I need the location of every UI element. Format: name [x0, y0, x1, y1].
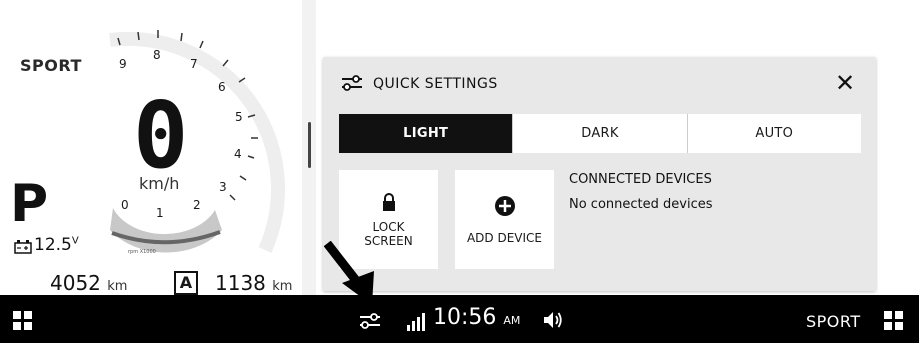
theme-light-button[interactable]: LIGHT [339, 114, 513, 153]
odometer-unit: km [107, 279, 128, 294]
close-icon[interactable]: ✕ [835, 69, 855, 97]
battery-icon [14, 240, 32, 254]
tach-tick-1: 1 [156, 206, 164, 220]
tach-tick-2: 2 [193, 198, 201, 212]
tach-tick-5: 5 [235, 110, 243, 124]
grid-icon[interactable] [884, 311, 903, 330]
odometer-value: 4052 [50, 271, 101, 295]
instrument-cluster: 9 8 7 6 5 4 3 2 1 0 SPORT 0 km/h rpm X10… [0, 0, 300, 295]
bottom-bar: 10:56 AM SPORT [0, 295, 919, 343]
add-circle-icon [494, 195, 515, 216]
clock-ampm: AM [503, 314, 521, 327]
rpm-label: rpm X1000 [128, 249, 156, 255]
gear-indicator: P [10, 174, 49, 234]
scroll-handle[interactable] [308, 122, 311, 168]
theme-auto-button[interactable]: AUTO [686, 114, 861, 153]
speed-value: 0 [133, 82, 189, 189]
tach-tick-3: 3 [219, 180, 227, 194]
grid-icon[interactable] [13, 311, 32, 330]
theme-dark-button[interactable]: DARK [512, 114, 686, 153]
connected-devices-heading: CONNECTED DEVICES [569, 172, 712, 187]
trip-a-label: A [174, 271, 198, 295]
trip-meter: 1138 km [215, 271, 292, 295]
settings-sliders-icon [342, 75, 362, 91]
tach-tick-6: 6 [218, 80, 226, 94]
tach-tick-4: 4 [234, 147, 242, 161]
clock-time: 10:56 [433, 305, 497, 330]
odometer: 4052 km [50, 271, 127, 295]
signal-icon [407, 313, 425, 331]
trip-value: 1138 [215, 271, 266, 295]
quick-settings-title: QUICK SETTINGS [373, 76, 498, 92]
voltage-value: 12.5 [34, 235, 72, 255]
trip-unit: km [272, 279, 293, 294]
tach-tick-0: 0 [121, 198, 129, 212]
speaker-icon[interactable] [543, 311, 563, 329]
theme-selector: LIGHT DARK AUTO [339, 114, 861, 153]
add-device-button[interactable]: ADD DEVICE [455, 170, 554, 269]
connected-devices-status: No connected devices [569, 197, 713, 212]
arrow-indicator [324, 241, 374, 305]
tach-tick-7: 7 [190, 57, 198, 71]
speed-unit: km/h [139, 174, 180, 193]
quick-settings-panel: QUICK SETTINGS ✕ LIGHT DARK AUTO LOCK SC… [323, 57, 876, 291]
voltage-readout: 12.5V [34, 235, 79, 255]
settings-sliders-icon[interactable] [358, 313, 382, 329]
bar-drive-mode[interactable]: SPORT [806, 312, 861, 331]
lock-icon [382, 192, 395, 211]
voltage-unit: V [71, 235, 79, 247]
clock: 10:56 AM [433, 305, 520, 330]
add-device-label: ADD DEVICE [466, 230, 543, 245]
tach-tick-9: 9 [119, 57, 127, 71]
tach-tick-8: 8 [153, 48, 161, 62]
drive-mode: SPORT [20, 56, 82, 75]
